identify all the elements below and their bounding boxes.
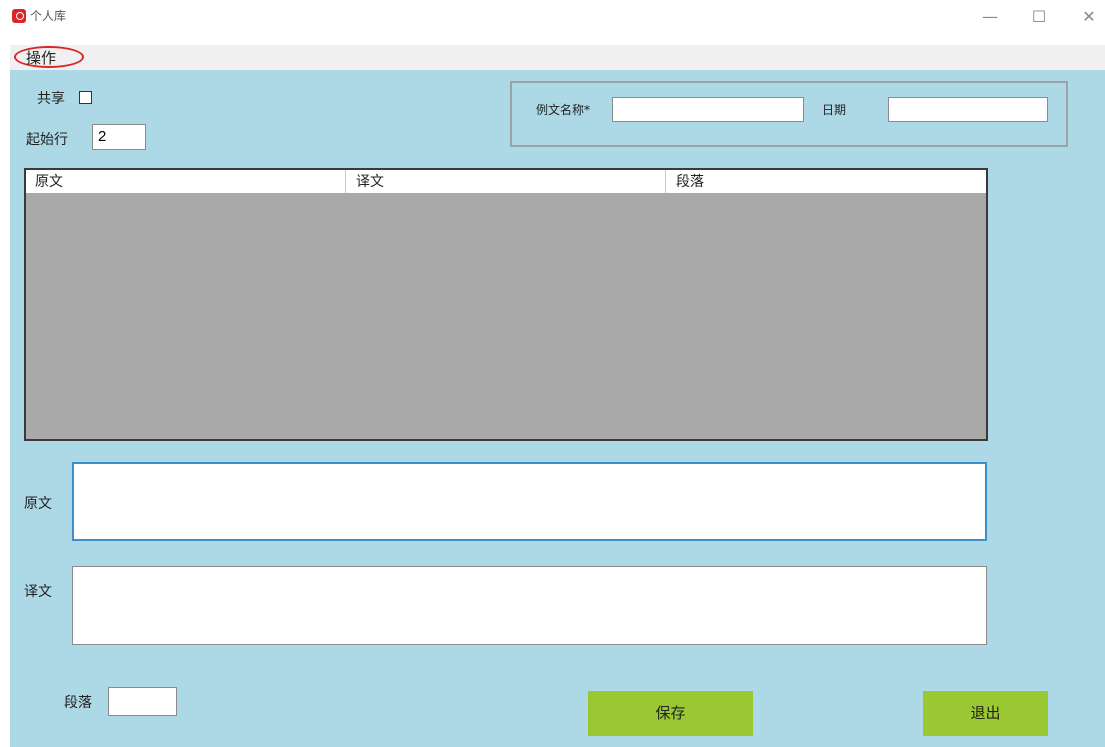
paragraph-input[interactable]: [108, 687, 177, 716]
column-header-target[interactable]: 译文: [356, 171, 384, 191]
source-textarea[interactable]: [72, 462, 987, 541]
start-row-input[interactable]: 2: [92, 124, 146, 150]
title-bar: [10, 0, 1105, 45]
share-label: 共享: [37, 91, 65, 107]
data-grid[interactable]: [24, 168, 988, 441]
menu-bar: [10, 45, 1105, 70]
target-textarea[interactable]: [72, 566, 987, 645]
share-checkbox[interactable]: [79, 91, 92, 104]
start-row-label: 起始行: [26, 132, 68, 148]
date-label: 日期: [822, 103, 847, 117]
column-divider[interactable]: [665, 170, 666, 193]
save-button[interactable]: 保存: [588, 691, 753, 736]
menu-item-operation-label: 操作: [26, 49, 57, 67]
window-title: 个人库: [30, 9, 67, 23]
minimize-icon[interactable]: —: [975, 6, 1005, 28]
doc-name-input[interactable]: [612, 97, 804, 122]
column-divider[interactable]: [345, 170, 346, 193]
paragraph-label: 段落: [64, 695, 92, 711]
maximize-icon[interactable]: ☐: [1024, 6, 1054, 28]
grid-header: [26, 170, 986, 193]
exit-button[interactable]: 退出: [923, 691, 1048, 736]
column-header-paragraph[interactable]: 段落: [676, 171, 704, 191]
app-icon: [12, 9, 26, 23]
date-input[interactable]: [888, 97, 1048, 122]
doc-name-label: 例文名称*: [536, 103, 591, 117]
source-label: 原文: [24, 496, 52, 512]
target-label: 译文: [24, 584, 52, 600]
close-icon[interactable]: ✕: [1074, 6, 1104, 28]
column-header-source[interactable]: 原文: [35, 171, 63, 191]
